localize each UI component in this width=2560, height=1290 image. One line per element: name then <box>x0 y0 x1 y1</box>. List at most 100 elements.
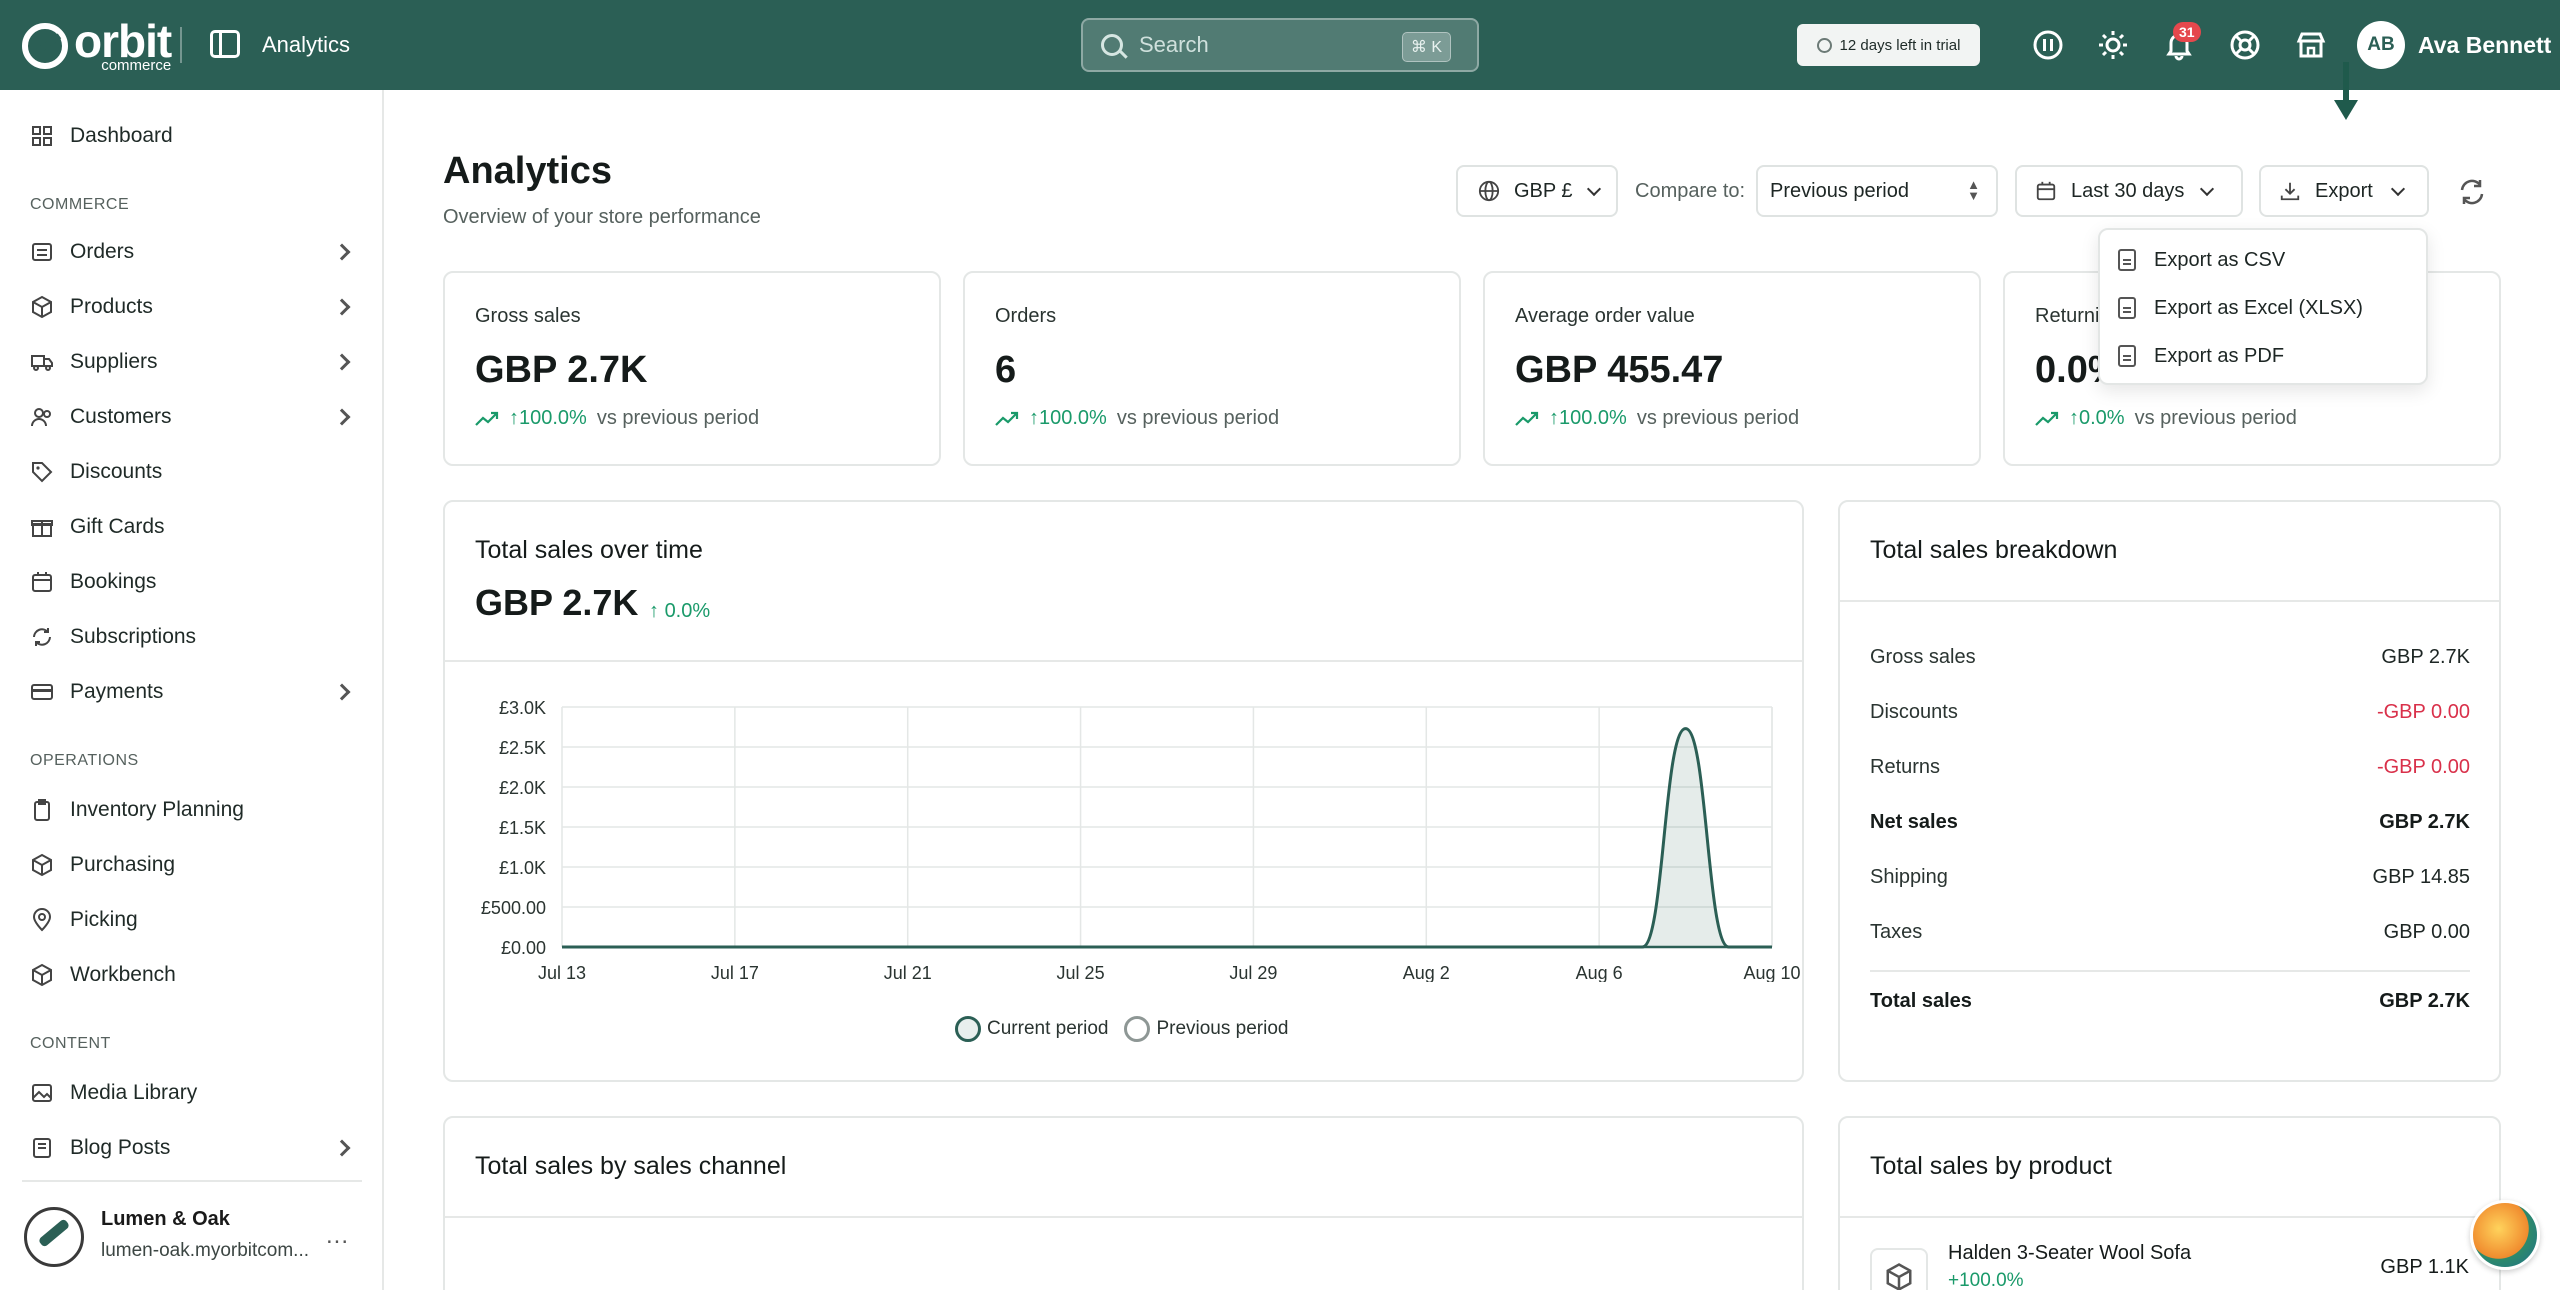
ai-assistant-icon[interactable] <box>2032 29 2064 61</box>
sidebar-item-blog-posts[interactable]: Blog Posts <box>0 1125 384 1171</box>
user-avatar[interactable]: AB <box>2357 21 2405 69</box>
trial-badge[interactable]: 12 days left in trial <box>1797 24 1980 66</box>
truck-icon <box>30 350 54 374</box>
menu-item-export-xlsx[interactable]: Export as Excel (XLSX) <box>2118 290 2418 326</box>
sidebar-item-products[interactable]: Products <box>0 284 384 330</box>
store-menu-button[interactable]: ... <box>326 1222 349 1250</box>
help-lifebuoy-icon[interactable] <box>2229 29 2261 61</box>
card-title: Total sales over time <box>475 536 703 564</box>
chevron-right-icon <box>333 683 351 701</box>
legend-previous-label[interactable]: Previous period <box>1156 1018 1288 1040</box>
sidebar-item-label: Bookings <box>70 570 157 593</box>
topbar-divider <box>180 27 182 63</box>
sidebar-item-orders[interactable]: Orders <box>0 229 384 275</box>
x-tick-label: Jul 29 <box>1229 963 1277 982</box>
series-line-current-period <box>562 727 1772 949</box>
sidebar-item-label: Suppliers <box>70 350 158 373</box>
export-dropdown-menu: Export as CSV Export as Excel (XLSX) Exp… <box>2098 228 2428 385</box>
select-arrows-icon: ▲ ▼ <box>1967 177 1980 203</box>
calendar-icon <box>30 570 54 594</box>
file-icon <box>2118 249 2136 271</box>
store-name[interactable]: Lumen & Oak <box>101 1208 230 1231</box>
metric-change: 100.0% <box>519 407 587 429</box>
orbit-logo[interactable]: orbit commerce <box>22 18 172 73</box>
sidebar-divider <box>22 1180 362 1182</box>
calendar-icon <box>2035 180 2057 202</box>
sidebar-item-bookings[interactable]: Bookings <box>0 559 384 605</box>
sidebar-item-label: Products <box>70 295 153 318</box>
assistant-floating-avatar[interactable] <box>2470 1200 2540 1270</box>
sidebar-section-operations: OPERATIONS <box>30 752 139 769</box>
box-icon <box>30 295 54 319</box>
breakdown-row-net-sales: Net sales GBP 2.7K <box>1870 811 2470 833</box>
metric-value: 6 <box>995 349 1017 391</box>
sidebar-item-discounts[interactable]: Discounts <box>0 449 384 495</box>
search-input[interactable]: Search ⌘ K <box>1081 18 1479 72</box>
sidebar-item-customers[interactable]: Customers <box>0 394 384 440</box>
metric-change: 0.0% <box>2079 407 2125 429</box>
sidebar-section-commerce: COMMERCE <box>30 196 130 213</box>
date-range-value: Last 30 days <box>2071 179 2185 202</box>
metric-comparison: vs previous period <box>1116 407 1280 429</box>
menu-item-export-pdf[interactable]: Export as PDF <box>2118 338 2418 374</box>
chevron-down-icon <box>2390 181 2405 196</box>
product-name[interactable]: Halden 3-Seater Wool Sofa <box>1948 1242 2191 1265</box>
menu-item-export-csv[interactable]: Export as CSV <box>2118 242 2418 278</box>
date-range-picker[interactable]: Last 30 days <box>2015 165 2243 217</box>
users-icon <box>30 405 54 429</box>
metric-label: Orders <box>995 305 1057 327</box>
sidebar-item-gift-cards[interactable]: Gift Cards <box>0 504 384 550</box>
sidebar-item-purchasing[interactable]: Purchasing <box>0 842 384 888</box>
sidebar-item-payments[interactable]: Payments <box>0 669 384 715</box>
trend-up-icon <box>995 411 1019 426</box>
sidebar-section-content: CONTENT <box>30 1035 111 1052</box>
storefront-icon[interactable] <box>2295 29 2327 61</box>
card-title: Total sales by sales channel <box>475 1152 787 1180</box>
card-divider <box>445 660 1802 662</box>
legend-swatch-previous <box>1124 1016 1151 1042</box>
sidebar-item-picking[interactable]: Picking <box>0 897 384 943</box>
x-tick-label: Jul 13 <box>538 963 586 982</box>
sidebar-item-label: Purchasing <box>70 853 176 876</box>
sidebar-item-media-library[interactable]: Media Library <box>0 1070 384 1116</box>
sidebar-item-inventory-planning[interactable]: Inventory Planning <box>0 787 384 833</box>
cube-icon <box>30 963 54 987</box>
y-tick-label: £1.0K <box>499 858 546 878</box>
refresh-icon[interactable] <box>2456 176 2488 208</box>
sidebar-item-workbench[interactable]: Workbench <box>0 952 384 998</box>
compare-label: Compare to: <box>1635 180 1746 202</box>
globe-icon <box>1478 180 1500 202</box>
blog-document-icon <box>30 1136 54 1160</box>
compare-period-select[interactable]: Previous period ▲ ▼ <box>1756 165 1998 217</box>
user-name[interactable]: Ava Bennett <box>2418 32 2551 59</box>
chart-total-value: GBP 2.7K <box>475 582 639 623</box>
trend-up-icon <box>475 411 499 426</box>
legend-current-label[interactable]: Current period <box>987 1018 1108 1040</box>
breakdown-row-taxes: Taxes GBP 0.00 <box>1870 921 2470 943</box>
breakdown-row-returns: Returns -GBP 0.00 <box>1870 756 2470 778</box>
theme-sun-icon[interactable] <box>2097 29 2129 61</box>
export-button[interactable]: Export <box>2259 165 2429 217</box>
sidebar-item-dashboard[interactable]: Dashboard <box>0 113 384 159</box>
menu-item-label: Export as PDF <box>2154 344 2285 367</box>
metric-label: Average order value <box>1515 305 1695 327</box>
sidebar-item-label: Orders <box>70 240 135 263</box>
product-box-icon <box>1870 1248 1928 1290</box>
y-tick-label: £2.0K <box>499 778 546 798</box>
breakdown-row-discounts: Discounts -GBP 0.00 <box>1870 701 2470 723</box>
arrow-up-icon: ↑ <box>1029 407 1039 429</box>
trend-up-icon <box>1515 411 1539 426</box>
metric-card-average-order-value: Average order value GBP 455.47 ↑ 100.0% … <box>1483 271 1981 466</box>
card-divider <box>1840 1216 2499 1218</box>
sidebar-item-label: Discounts <box>70 460 163 483</box>
breakdown-row-shipping: Shipping GBP 14.85 <box>1870 866 2470 888</box>
menu-item-label: Export as CSV <box>2154 248 2286 271</box>
product-value: GBP 1.1K <box>2380 1256 2469 1278</box>
y-tick-label: £0.00 <box>501 938 546 958</box>
sidebar-toggle-icon[interactable] <box>210 30 240 58</box>
sidebar-item-suppliers[interactable]: Suppliers <box>0 339 384 385</box>
sidebar: Dashboard COMMERCE Orders Products Suppl… <box>0 90 384 1290</box>
sidebar-item-subscriptions[interactable]: Subscriptions <box>0 614 384 660</box>
currency-selector[interactable]: GBP £ <box>1456 165 1618 217</box>
store-logo[interactable] <box>24 1207 84 1267</box>
